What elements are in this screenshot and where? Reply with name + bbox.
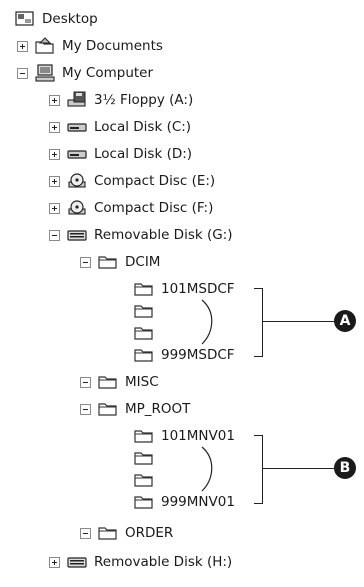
expand-toggle-icon[interactable] <box>49 175 60 187</box>
ellipsis-curve-icon <box>201 446 213 492</box>
removable-disk-icon <box>66 553 88 571</box>
folder-icon <box>97 253 119 271</box>
tree-item-101msdcf[interactable]: 101MSDCF <box>133 278 235 300</box>
tree-item-floppy-a[interactable]: 3½ Floppy (A:) <box>49 89 193 111</box>
ellipsis-curve-icon <box>201 299 213 345</box>
tree-label: Removable Disk (H:) <box>94 554 233 570</box>
expand-toggle-icon[interactable] <box>49 148 60 160</box>
tree-label: 999MSDCF <box>161 347 235 363</box>
tree-item-desktop[interactable]: Desktop <box>14 8 98 30</box>
removable-disk-icon <box>66 226 88 244</box>
collapse-toggle-icon[interactable] <box>49 229 60 241</box>
expand-toggle-icon[interactable] <box>49 202 60 214</box>
tree-item-misc[interactable]: MISC <box>80 371 159 393</box>
folder-icon <box>97 400 119 418</box>
tree-label: 101MNV01 <box>161 428 235 444</box>
leader-line-a <box>262 321 334 322</box>
tree-label: MISC <box>125 374 159 390</box>
tree-label: Local Disk (D:) <box>94 146 193 162</box>
hard-disk-icon <box>66 145 88 163</box>
tree-label: MP_ROOT <box>125 401 191 417</box>
folder-icon <box>133 346 155 364</box>
tree-item-999msdcf[interactable]: 999MSDCF <box>133 344 235 366</box>
tree-label: Compact Disc (F:) <box>94 200 214 216</box>
bracket-b <box>254 435 263 504</box>
tree-item-999mnv01[interactable]: 999MNV01 <box>133 491 235 513</box>
tree-item-order[interactable]: ORDER <box>80 522 173 544</box>
my-documents-icon <box>34 37 56 55</box>
callout-b: B <box>334 457 356 479</box>
folder-icon <box>97 373 119 391</box>
hard-disk-icon <box>66 118 88 136</box>
tree-label: Desktop <box>42 11 98 27</box>
tree-label: 999MNV01 <box>161 494 235 510</box>
tree-item-removable-disk-g[interactable]: Removable Disk (G:) <box>49 224 233 246</box>
collapse-toggle-icon[interactable] <box>80 527 91 539</box>
tree-label: My Documents <box>62 38 163 54</box>
tree-label: Local Disk (C:) <box>94 119 192 135</box>
tree-item-folder[interactable] <box>133 469 155 491</box>
folder-icon <box>133 280 155 298</box>
tree-item-folder[interactable] <box>133 322 155 344</box>
tree-label: 101MSDCF <box>161 281 235 297</box>
expand-toggle-icon[interactable] <box>17 40 28 52</box>
tree-label: Removable Disk (G:) <box>94 227 233 243</box>
collapse-toggle-icon[interactable] <box>80 403 91 415</box>
collapse-toggle-icon[interactable] <box>17 67 28 79</box>
tree-item-my-documents[interactable]: My Documents <box>17 35 163 57</box>
collapse-toggle-icon[interactable] <box>80 256 91 268</box>
folder-icon <box>97 524 119 542</box>
tree-item-removable-disk-h[interactable]: Removable Disk (H:) <box>49 551 232 573</box>
desktop-icon <box>14 10 36 28</box>
tree-item-dcim[interactable]: DCIM <box>80 251 160 273</box>
bracket-a <box>254 288 263 357</box>
leader-line-b <box>262 468 334 469</box>
callout-a: A <box>334 310 356 332</box>
tree-item-my-computer[interactable]: My Computer <box>17 62 153 84</box>
floppy-drive-icon <box>66 91 88 109</box>
tree-item-folder[interactable] <box>133 447 155 469</box>
computer-icon <box>34 64 56 82</box>
folder-icon <box>133 302 155 320</box>
cd-drive-icon <box>66 172 88 190</box>
collapse-toggle-icon[interactable] <box>80 376 91 388</box>
folder-icon <box>133 427 155 445</box>
tree-item-local-disk-d[interactable]: Local Disk (D:) <box>49 143 192 165</box>
folder-icon <box>133 324 155 342</box>
folder-tree: Desktop My Documents My Computer 3½ Flop… <box>0 0 364 587</box>
tree-label: My Computer <box>62 65 154 81</box>
folder-icon <box>133 449 155 467</box>
folder-icon <box>133 493 155 511</box>
tree-item-folder[interactable] <box>133 300 155 322</box>
tree-label: Compact Disc (E:) <box>94 173 216 189</box>
tree-item-compact-disc-f[interactable]: Compact Disc (F:) <box>49 197 213 219</box>
tree-item-local-disk-c[interactable]: Local Disk (C:) <box>49 116 191 138</box>
tree-item-mp-root[interactable]: MP_ROOT <box>80 398 190 420</box>
expand-toggle-icon[interactable] <box>49 556 60 568</box>
tree-item-compact-disc-e[interactable]: Compact Disc (E:) <box>49 170 215 192</box>
expand-toggle-icon[interactable] <box>49 121 60 133</box>
tree-label: DCIM <box>125 254 161 270</box>
expand-toggle-icon[interactable] <box>49 94 60 106</box>
cd-drive-icon <box>66 199 88 217</box>
tree-item-101mnv01[interactable]: 101MNV01 <box>133 425 235 447</box>
tree-label: 3½ Floppy (A:) <box>94 92 194 108</box>
tree-label: ORDER <box>125 525 174 541</box>
folder-icon <box>133 471 155 489</box>
